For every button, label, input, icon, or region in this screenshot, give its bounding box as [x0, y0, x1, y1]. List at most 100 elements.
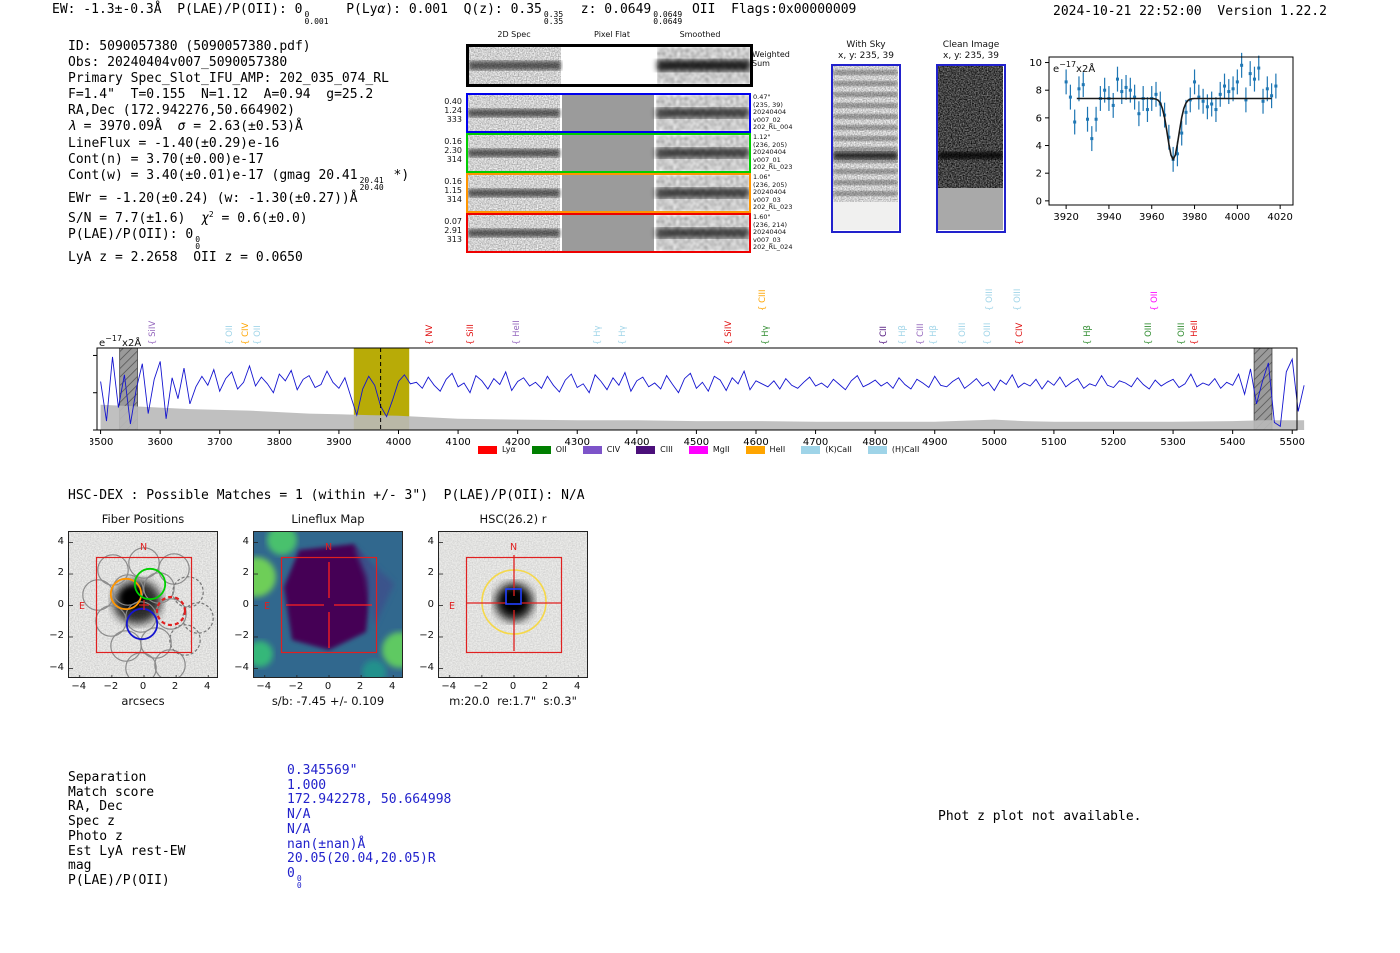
line-fit-plot: 3920 3940 3960 3980 4000 4020 0 2 4 6 8 10 e−17x2Å: [1015, 48, 1315, 233]
spectrum-line-label-civ: { CIV: [1015, 322, 1026, 345]
cutout-xtick: −2: [288, 681, 304, 692]
spectrum-line-label-hβ: { Hβ: [1083, 325, 1094, 345]
svg-text:6: 6: [1036, 113, 1042, 124]
elixer-report-page: EW: -1.3±-0.3Å P(LAE)/P(OII): 0 0 0.001 P(…: [0, 0, 1400, 953]
with-sky-image: [831, 64, 901, 233]
spec2d-strip: [468, 95, 749, 131]
cutout-ytick: −4: [49, 661, 64, 673]
legend-item-3: CIII: [636, 445, 673, 454]
cutout-xlabel-0: arcsecs: [121, 694, 165, 708]
cutout-ytick: 2: [427, 567, 434, 578]
svg-text:3960: 3960: [1139, 212, 1164, 223]
cutout-xtick: 0: [139, 681, 147, 692]
match-value-0: 0.345569": [287, 763, 358, 778]
svg-text:4100: 4100: [445, 437, 470, 448]
with-sky-title: With Sky x, y: 235, 39: [838, 40, 894, 61]
detection-info-block: ID: 5090057380 (5090057380.pdf) Obs: 2024…: [68, 39, 409, 266]
info-line-7: Cont(n) = 3.70(±0.00)e-17: [68, 151, 264, 167]
cutout-ytick: 4: [242, 535, 249, 547]
svg-text:4: 4: [1036, 141, 1042, 152]
spectrum-legend: Lyα OII CIV CIII MgII HeII (K)CaII (H)CaII: [478, 445, 919, 454]
match-table-values: 0.345569" 1.000 172.942278, 50.664998 N/A N/…: [287, 763, 451, 889]
svg-text:5000: 5000: [982, 437, 1007, 448]
legend-item-6: (K)CaII: [801, 445, 852, 454]
cutout-xtick: −4: [71, 681, 87, 692]
cutout-xtick: 4: [204, 681, 211, 692]
match-label-6: mag: [68, 858, 92, 874]
match-label-2: RA, Dec: [68, 799, 123, 815]
info-line-8: Cont(w) = 3.40(±0.01)e-17 (gmag 20.41 20.…: [68, 167, 410, 192]
spec2d-row-0: [466, 93, 751, 133]
svg-text:3800: 3800: [267, 437, 292, 448]
cutout-image-1: NE: [236, 525, 418, 684]
spectrum-line-label-hβ: { Hβ: [929, 325, 940, 345]
cutout-ytick: −4: [234, 661, 249, 673]
spectrum-line-label-oii: { OII: [1149, 291, 1160, 311]
svg-text:N: N: [510, 542, 517, 553]
cutout-xtick: 2: [171, 681, 179, 692]
cutout-ytick: 0: [242, 598, 249, 610]
spec2d-row-2: [466, 173, 751, 213]
fiber-positions-svg: NE: [69, 532, 217, 684]
match-label-0: Separation: [68, 770, 147, 785]
cutout-ytick: −4: [419, 661, 434, 673]
spectrum-line-label-oiii: { OIII: [1012, 288, 1023, 311]
svg-text:E: E: [79, 601, 85, 612]
spectrum-line-label-heii: { HeII: [511, 320, 522, 345]
info-line-1: Obs: 20240404v007_5090057380: [68, 55, 288, 71]
svg-text:10: 10: [1029, 58, 1042, 69]
match-value-3: N/A: [287, 807, 311, 823]
legend-item-0: Lyα: [478, 445, 516, 454]
header-version-gap: [1202, 4, 1218, 19]
spec2d-strip: [468, 215, 749, 251]
clean-image-svg: [938, 66, 1003, 230]
legend-label: (H)CaII: [891, 445, 920, 454]
legend-label: HeII: [769, 445, 786, 454]
spectrum-line-label-hβ: { Hβ: [898, 325, 909, 345]
with-sky-svg: [833, 66, 898, 230]
legend-swatch: [531, 445, 551, 454]
fit-plot-ylabel: e−17x2Å: [1053, 60, 1096, 75]
spectrum-line-label-oiii: { OIII: [983, 322, 993, 345]
svg-text:2: 2: [1036, 169, 1042, 180]
info-line-3: F=1.4" T=0.155 N=1.12 A=0.94 g=25.2: [68, 87, 374, 103]
legend-item-1: OII: [531, 445, 567, 454]
spectrum-ylabel: e−17x2Å: [99, 334, 142, 349]
spectrum-line-label-ciii: { CIII: [757, 289, 768, 311]
cutout-xtick: −4: [441, 681, 457, 692]
cutout-xtick: 0: [324, 681, 332, 692]
match-value-5: nan(±nan)Å: [287, 836, 366, 852]
lineflux-map-svg: NE: [236, 525, 418, 684]
svg-text:0: 0: [1036, 196, 1042, 207]
spec2d-row-right-label-1: 1.12" (236, 205) 20240404 v007_01 202_RL_023: [753, 133, 793, 172]
spec2d-col-title-2: Smoothed: [679, 30, 721, 39]
match-value-4: N/A: [287, 821, 311, 837]
legend-item-5: HeII: [745, 445, 786, 454]
legend-label: Lyα: [502, 445, 516, 454]
spectrum-line-label-civ: { CIV: [241, 322, 252, 345]
legend-swatch: [582, 445, 602, 454]
svg-text:4900: 4900: [922, 437, 947, 448]
match-label-4: Photo z: [68, 828, 123, 844]
svg-text:3700: 3700: [207, 437, 232, 448]
info-line-4: RA,Dec (172.942276,50.664902): [68, 103, 295, 119]
spectrum-line-label-oiii: { OIII: [958, 322, 968, 345]
spectrum-line-label-ciii: { CIII: [916, 323, 927, 345]
match-label-1: Match score: [68, 784, 155, 800]
legend-item-4: MgII: [688, 445, 730, 454]
cutout-xlabel-1: s/b: -7.45 +/- 0.109: [271, 694, 385, 708]
legend-swatch: [478, 445, 497, 454]
cutout-ytick: −2: [234, 630, 249, 641]
line-fit-svg: 3920 3940 3960 3980 4000 4020 0 2 4 6 8 10: [1029, 52, 1294, 223]
match-label-3: Spec z: [68, 814, 115, 830]
svg-text:4020: 4020: [1267, 212, 1292, 223]
info-line-12: LyA z = 2.2658 OII z = 0.0650: [68, 249, 303, 265]
spec2d-weighted-label: Weighted Sum: [752, 50, 790, 68]
cutout-xtick: 2: [356, 681, 364, 692]
cutout-ytick: 0: [57, 598, 64, 610]
info-line-9: EWr = -1.20(±0.24) (w: -1.30(±0.27))Å: [68, 190, 358, 206]
photz-note: Phot z plot not available.: [938, 809, 1142, 824]
cutout-title-2: HSC(26.2) r: [479, 512, 547, 526]
cutout-ytick: 2: [242, 567, 249, 578]
spectrum-line-label-nv: { NV: [424, 324, 435, 345]
